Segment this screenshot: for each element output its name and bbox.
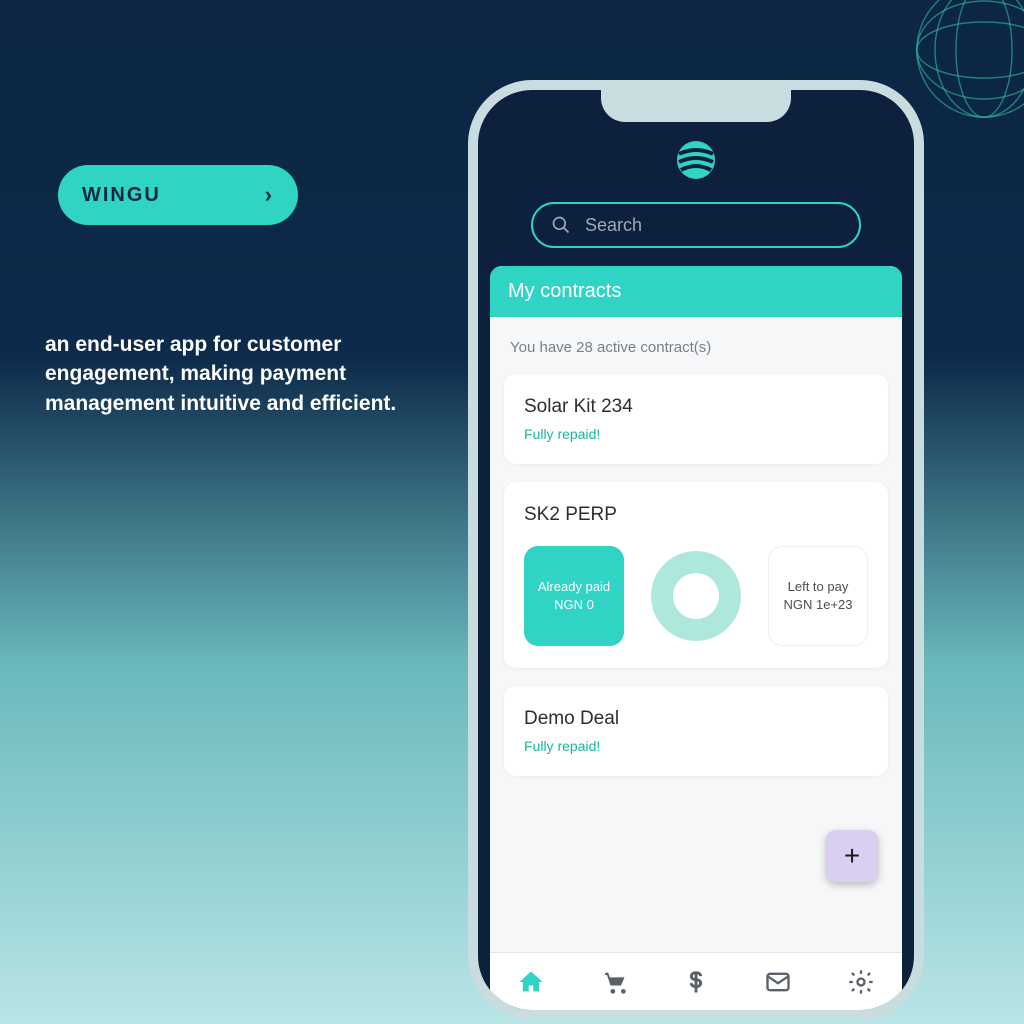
left-label: Left to pay bbox=[788, 578, 849, 596]
nav-payments[interactable] bbox=[682, 968, 710, 996]
add-button[interactable]: + bbox=[826, 830, 878, 882]
search-bar[interactable] bbox=[531, 202, 861, 248]
bottom-nav bbox=[490, 952, 902, 1010]
paid-label: Already paid bbox=[538, 578, 610, 596]
contract-name: SK2 PERP bbox=[524, 504, 868, 526]
contract-status: Fully repaid! bbox=[524, 738, 868, 754]
payment-stats: Already paid NGN 0 Left to pay NGN 1e+23 bbox=[524, 546, 868, 646]
phone-notch bbox=[601, 88, 791, 122]
nav-mail[interactable] bbox=[764, 968, 792, 996]
search-icon bbox=[551, 215, 571, 235]
contract-name: Solar Kit 234 bbox=[524, 396, 868, 418]
chevron-right-icon: › bbox=[265, 182, 274, 208]
left-to-pay-box: Left to pay NGN 1e+23 bbox=[768, 546, 868, 646]
globe-decoration bbox=[914, 0, 1024, 120]
contract-card[interactable]: Demo Deal Fully repaid! bbox=[504, 686, 888, 776]
contracts-panel: My contracts You have 28 active contract… bbox=[490, 266, 902, 952]
home-icon bbox=[517, 968, 545, 996]
mail-icon bbox=[764, 968, 792, 996]
plus-icon: + bbox=[844, 840, 860, 872]
left-value: NGN 1e+23 bbox=[783, 596, 852, 614]
search-input[interactable] bbox=[585, 215, 841, 236]
paid-value: NGN 0 bbox=[554, 596, 594, 614]
nav-cart[interactable] bbox=[600, 968, 628, 996]
cart-icon bbox=[600, 968, 628, 996]
wingu-button[interactable]: WINGU › bbox=[58, 165, 298, 225]
contracts-summary: You have 28 active contract(s) bbox=[510, 339, 882, 356]
wingu-label: WINGU bbox=[82, 184, 161, 207]
contract-name: Demo Deal bbox=[524, 708, 868, 730]
nav-settings[interactable] bbox=[847, 968, 875, 996]
phone-mockup: My contracts You have 28 active contract… bbox=[468, 80, 924, 1020]
contract-card[interactable]: Solar Kit 234 Fully repaid! bbox=[504, 374, 888, 464]
progress-donut-icon bbox=[651, 551, 741, 641]
panel-title: My contracts bbox=[490, 266, 902, 317]
dollar-icon bbox=[682, 968, 710, 996]
already-paid-box: Already paid NGN 0 bbox=[524, 546, 624, 646]
contract-card[interactable]: SK2 PERP Already paid NGN 0 Left to pay … bbox=[504, 482, 888, 668]
app-logo-icon bbox=[676, 140, 716, 180]
tagline-text: an end-user app for customer engagement,… bbox=[45, 330, 425, 418]
contract-status: Fully repaid! bbox=[524, 426, 868, 442]
gear-icon bbox=[847, 968, 875, 996]
nav-home[interactable] bbox=[517, 968, 545, 996]
